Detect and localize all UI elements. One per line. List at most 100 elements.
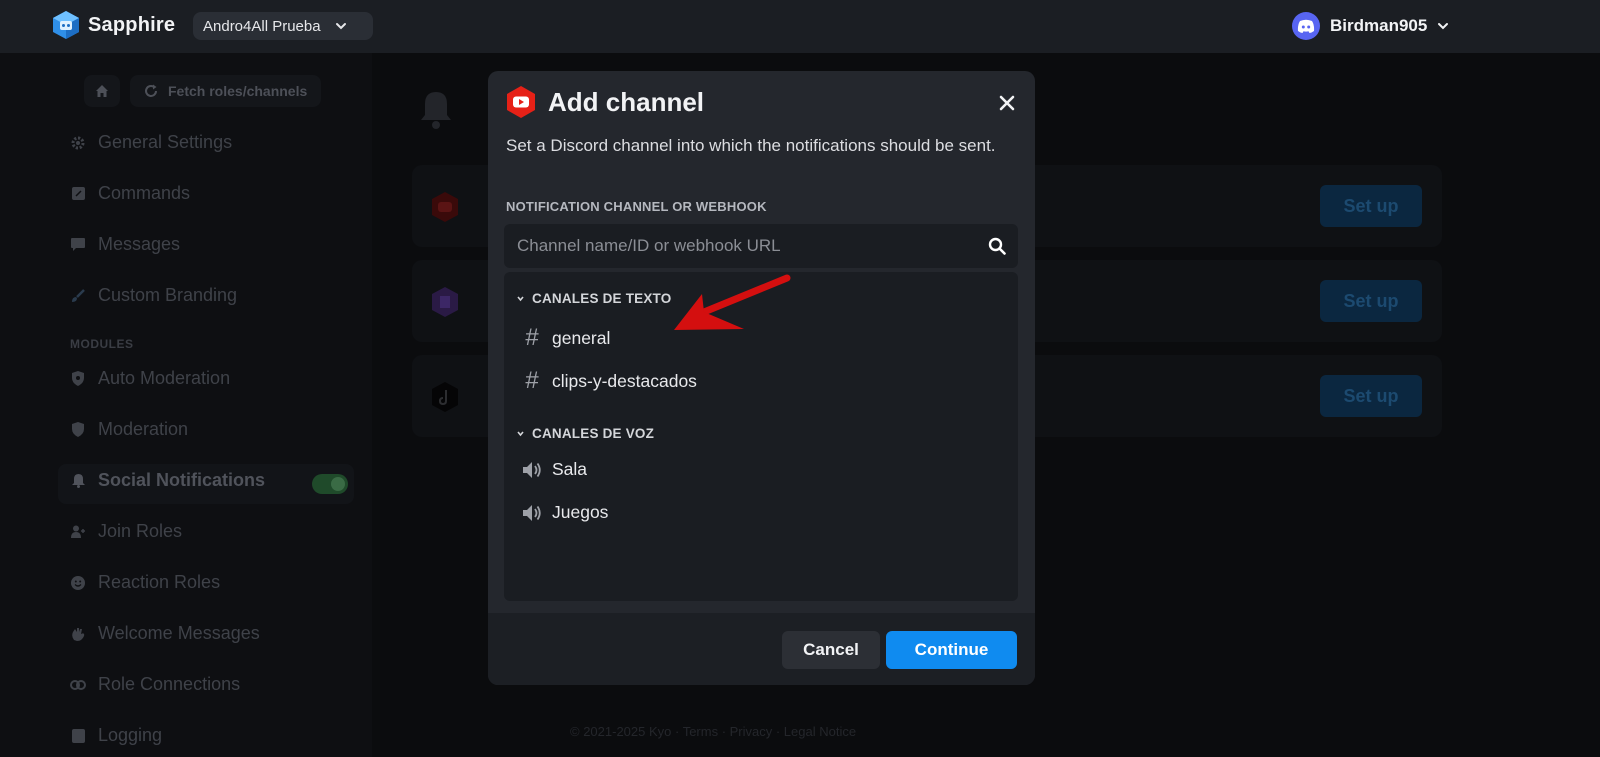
channel-search-field	[504, 224, 1018, 268]
dialog-description: Set a Discord channel into which the not…	[506, 136, 996, 155]
app-root: Sapphire Andro4All Prueba Birdman905 Fet…	[0, 0, 1600, 757]
home-icon	[96, 85, 108, 97]
setup-button[interactable]: Set up	[1320, 280, 1422, 322]
channel-option-clips-y-destacados[interactable]: # clips-y-destacados	[522, 367, 697, 395]
brush-icon	[70, 288, 86, 304]
dialog-title: Add channel	[548, 86, 705, 117]
sidebar-item-custom-branding[interactable]: Custom Branding	[70, 285, 237, 306]
sidebar-item-label: Auto Moderation	[98, 368, 231, 388]
channel-option-juegos[interactable]: Juegos	[522, 502, 608, 523]
sidebar-section-modules: MODULES	[70, 337, 134, 351]
category-voice-channels[interactable]: CANALES DE VOZ	[516, 426, 654, 441]
sidebar-actions: Fetch roles/channels	[84, 75, 322, 107]
sidebar-item-welcome-messages[interactable]: Welcome Messages	[70, 623, 260, 644]
sidebar-item-label: Logging	[98, 725, 163, 745]
sidebar-item-label: Join Roles	[98, 521, 183, 541]
sidebar-item-label: Messages	[98, 234, 181, 254]
sidebar-item-reaction-roles[interactable]: Reaction Roles	[70, 572, 220, 593]
dialog-footer: Cancel Continue	[488, 613, 1035, 685]
sidebar-item-label: Welcome Messages	[98, 623, 260, 643]
fetch-label: Fetch roles/channels	[168, 83, 308, 99]
continue-button[interactable]: Continue	[886, 631, 1017, 669]
sidebar-item-moderation[interactable]: Moderation	[70, 419, 188, 440]
shield-icon	[70, 422, 86, 438]
user-plus-icon	[70, 524, 86, 540]
user-menu[interactable]: Birdman905	[1292, 12, 1449, 40]
fetch-roles-button[interactable]: Fetch roles/channels	[130, 75, 322, 107]
category-label: CANALES DE TEXTO	[532, 291, 672, 306]
youtube-icon	[507, 86, 535, 118]
channel-option-sala[interactable]: Sala	[522, 459, 587, 480]
channel-name: general	[552, 327, 611, 348]
discord-icon	[1297, 19, 1315, 33]
twitch-icon	[432, 287, 458, 317]
sidebar-item-join-roles[interactable]: Join Roles	[70, 521, 182, 542]
log-icon	[70, 728, 86, 744]
page-footer: © 2021-2025 Kyo · Terms · Privacy · Lega…	[570, 724, 857, 739]
command-icon	[70, 186, 86, 202]
close-button[interactable]	[995, 91, 1019, 115]
server-name: Andro4All Prueba	[203, 17, 321, 35]
sidebar-item-label: Commands	[98, 183, 191, 203]
tiktok-icon	[432, 382, 458, 412]
message-icon	[70, 237, 86, 253]
sidebar-item-commands[interactable]: Commands	[70, 183, 190, 204]
server-selector[interactable]: Andro4All Prueba	[193, 12, 373, 40]
channel-option-general[interactable]: # general	[522, 324, 610, 352]
username: Birdman905	[1330, 16, 1428, 35]
chevron-down-icon	[335, 23, 346, 30]
chevron-down-icon	[517, 431, 524, 437]
channel-name: Juegos	[552, 502, 609, 522]
sidebar-item-role-connections[interactable]: Role Connections	[70, 674, 240, 695]
sidebar-item-label: Reaction Roles	[98, 572, 221, 592]
chevron-down-icon	[517, 296, 524, 302]
sidebar-item-label: Custom Branding	[98, 285, 238, 305]
sidebar-item-general-settings[interactable]: General Settings	[70, 132, 232, 153]
red-arrow-annotation	[674, 274, 791, 330]
speaker-icon	[523, 504, 541, 521]
sidebar: Fetch roles/channels General Settings Co…	[0, 53, 372, 757]
social-notifications-toggle[interactable]	[312, 474, 348, 494]
sidebar-item-label: Role Connections	[98, 674, 241, 694]
brand-name: Sapphire	[88, 13, 176, 36]
setup-button[interactable]: Set up	[1320, 185, 1422, 227]
category-text-channels[interactable]: CANALES DE TEXTO	[516, 291, 671, 306]
field-label: NOTIFICATION CHANNEL OR WEBHOOK	[506, 199, 767, 214]
gear-icon	[70, 135, 86, 151]
smile-icon	[70, 575, 86, 591]
brand[interactable]: Sapphire	[52, 10, 175, 40]
sidebar-item-logging[interactable]: Logging	[70, 725, 162, 746]
sidebar-item-label: General Settings	[98, 132, 233, 152]
chevron-down-icon	[1438, 23, 1449, 30]
sidebar-item-auto-moderation[interactable]: Auto Moderation	[70, 368, 230, 389]
top-bar: Sapphire Andro4All Prueba Birdman905	[0, 0, 1600, 53]
channel-dropdown: CANALES DE TEXTO # general # clips-y-des…	[504, 272, 1018, 601]
cancel-button[interactable]: Cancel	[782, 631, 880, 669]
refresh-icon	[145, 84, 157, 97]
channel-name: Sala	[552, 459, 588, 479]
setup-button[interactable]: Set up	[1320, 375, 1422, 417]
home-button[interactable]	[84, 75, 120, 107]
avatar	[1292, 12, 1320, 40]
bell-icon	[70, 473, 86, 489]
bell-icon	[421, 92, 451, 129]
sapphire-logo-icon	[53, 11, 79, 39]
add-channel-dialog: Add channel Set a Discord channel into w…	[488, 71, 1035, 685]
sidebar-item-label: Moderation	[98, 419, 189, 439]
sidebar-item-social-notifications[interactable]: Social Notifications	[70, 470, 265, 491]
close-icon	[999, 95, 1015, 111]
sidebar-item-label: Social Notifications	[98, 470, 266, 490]
hashtag-icon: #	[525, 367, 539, 394]
wave-icon	[70, 626, 86, 642]
shield-gear-icon	[70, 371, 86, 387]
speaker-icon	[523, 461, 541, 478]
hashtag-icon: #	[525, 324, 539, 351]
search-icon[interactable]	[988, 237, 1006, 255]
sidebar-item-messages[interactable]: Messages	[70, 234, 180, 255]
category-label: CANALES DE VOZ	[532, 426, 655, 441]
link-icon	[70, 677, 86, 693]
channel-search-input[interactable]	[504, 224, 1018, 268]
youtube-icon	[432, 192, 458, 222]
dialog-header: Add channel	[506, 86, 704, 118]
channel-name: clips-y-destacados	[552, 370, 697, 391]
